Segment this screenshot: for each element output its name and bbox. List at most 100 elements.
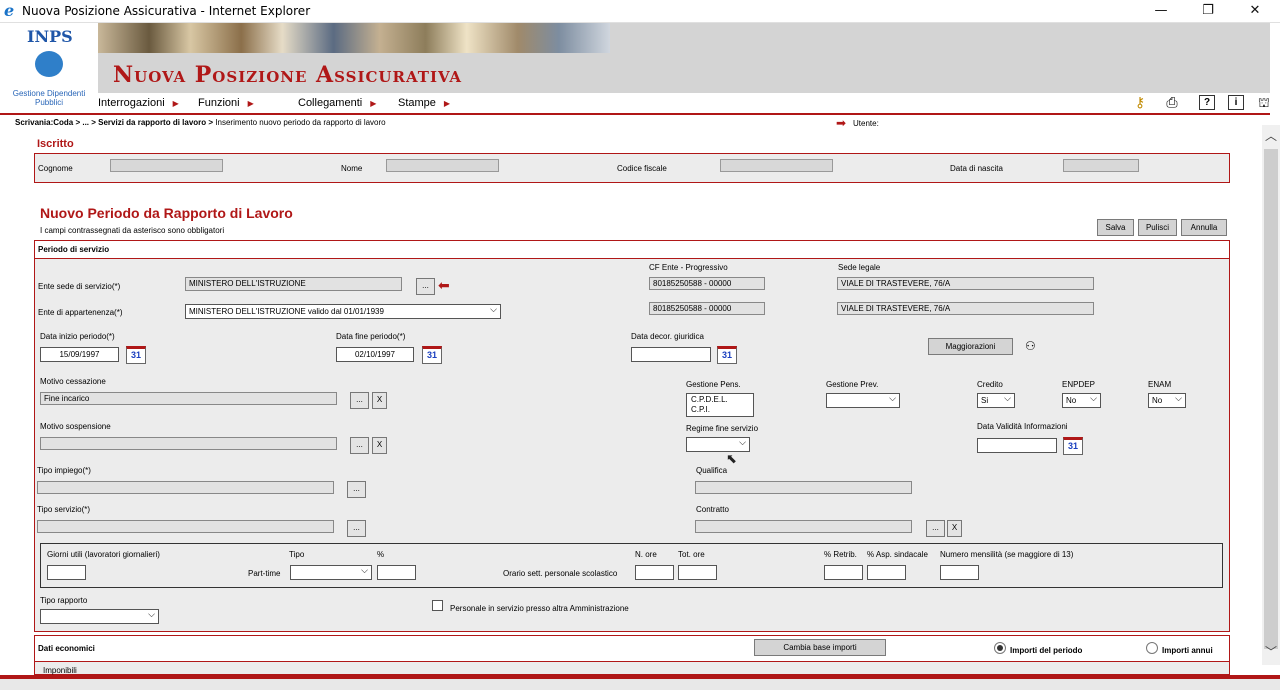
ente-appartenenza-select[interactable]: MINISTERO DELL'ISTRUZIONE valido dal 01/…	[185, 304, 501, 319]
scroll-up-icon[interactable]: ︿	[1265, 127, 1277, 144]
tipo-servizio-field	[37, 520, 334, 533]
ente-sede-lookup-button[interactable]: ...	[416, 278, 435, 295]
header-divider	[0, 113, 1270, 115]
calendar-icon[interactable]: 31	[1063, 437, 1083, 455]
enpdep-value: No	[1066, 396, 1077, 405]
menu-interrogazioni[interactable]: Interrogazioni ▶	[98, 97, 179, 109]
pulisci-button[interactable]: Pulisci	[1138, 219, 1177, 236]
data-validita-input[interactable]	[977, 438, 1057, 453]
enpdep-label: ENPDEP	[1062, 380, 1095, 389]
form-subtitle: I campi contrassegnati da asterisco sono…	[40, 226, 225, 235]
part-time-perc-input[interactable]	[377, 565, 416, 580]
qualifica-field	[695, 481, 912, 494]
data-fine-label: Data fine periodo(*)	[336, 332, 406, 341]
page-footer-bar	[0, 675, 1280, 690]
salva-button[interactable]: Salva	[1097, 219, 1134, 236]
motivo-cessazione-lookup-button[interactable]: ...	[350, 392, 369, 409]
chevron-down-icon: ⌵	[1175, 393, 1182, 403]
data-nascita-value	[1063, 159, 1139, 172]
n-ore-input[interactable]	[635, 565, 674, 580]
tipo-servizio-lookup-button[interactable]: ...	[347, 520, 366, 537]
tot-ore-label: Tot. ore	[678, 550, 705, 559]
cf-ente-label: CF Ente - Progressivo	[649, 263, 728, 272]
perc-asp-sindacale-label: % Asp. sindacale	[867, 550, 928, 559]
tipo-rapporto-select[interactable]: ⌵	[40, 609, 159, 624]
menu-stampe[interactable]: Stampe ▶	[398, 97, 450, 109]
tipo-rapporto-label: Tipo rapporto	[40, 596, 88, 605]
calendar-icon[interactable]: 31	[717, 346, 737, 364]
maggiorazioni-button[interactable]: Maggiorazioni	[928, 338, 1013, 355]
calendar-icon[interactable]: 31	[422, 346, 442, 364]
motivo-sospensione-lookup-button[interactable]: ...	[350, 437, 369, 454]
money-bag-icon[interactable]: ⚇	[1025, 339, 1036, 353]
data-decor-input[interactable]	[631, 347, 711, 362]
vertical-scrollbar[interactable]: ︿ ﹀	[1262, 125, 1280, 665]
contratto-lookup-button[interactable]: ...	[926, 520, 945, 537]
regime-fine-servizio-label: Regime fine servizio	[686, 424, 759, 433]
tipo-impiego-lookup-button[interactable]: ...	[347, 481, 366, 498]
menu-bar	[98, 93, 1270, 113]
window-title-bar: e Nuova Posizione Assicurativa - Interne…	[0, 0, 1280, 23]
contratto-field	[695, 520, 912, 533]
nome-value	[386, 159, 499, 172]
perc-retrib-label: % Retrib.	[824, 550, 857, 559]
scroll-down-icon[interactable]: ﹀	[1265, 643, 1277, 660]
chevron-down-icon: ⌵	[1090, 393, 1097, 403]
data-inizio-input[interactable]: 15/09/1997	[40, 347, 119, 362]
gestione-prev-label: Gestione Prev.	[826, 380, 879, 389]
app-title: Nuova Posizione Assicurativa	[113, 62, 463, 88]
regime-fine-servizio-select[interactable]: ⌵	[686, 437, 750, 452]
menu-label: Funzioni	[198, 97, 240, 109]
ente-sede-field[interactable]: MINISTERO DELL'ISTRUZIONE	[185, 277, 402, 291]
info-icon[interactable]: i	[1228, 95, 1244, 110]
gestione-pens-option[interactable]: C.P.I.	[691, 405, 749, 415]
tot-ore-input[interactable]	[678, 565, 717, 580]
chevron-down-icon: ⌵	[889, 393, 896, 403]
credito-select[interactable]: Si ⌵	[977, 393, 1015, 408]
perc-retrib-input[interactable]	[824, 565, 863, 580]
motivo-cessazione-clear-button[interactable]: X	[372, 392, 387, 409]
gestione-prev-select[interactable]: ⌵	[826, 393, 900, 408]
part-time-select[interactable]: ⌵	[290, 565, 372, 580]
personale-altra-amministrazione-checkbox[interactable]	[432, 600, 443, 611]
scrollbar-thumb[interactable]	[1264, 149, 1278, 649]
logo-caption: Gestione Dipendenti Pubblici	[12, 89, 86, 107]
data-decor-label: Data decor. giuridica	[631, 332, 704, 341]
cambia-base-importi-button[interactable]: Cambia base importi	[754, 639, 886, 656]
arrow-left-icon: ⬅	[438, 277, 450, 293]
credito-label: Credito	[977, 380, 1003, 389]
printer-icon[interactable]: ⎙	[1164, 95, 1180, 110]
cognome-value	[110, 159, 223, 172]
menu-label: Interrogazioni	[98, 97, 165, 109]
motivo-cessazione-label: Motivo cessazione	[40, 377, 106, 386]
codice-fiscale-label: Codice fiscale	[617, 164, 667, 173]
importi-annui-radio[interactable]	[1146, 642, 1158, 654]
data-fine-input[interactable]: 02/10/1997	[336, 347, 414, 362]
motivo-sospensione-clear-button[interactable]: X	[372, 437, 387, 454]
ente-appartenenza-label: Ente di appartenenza(*)	[38, 308, 123, 317]
key-icon[interactable]: ⚷	[1132, 95, 1148, 110]
enpdep-select[interactable]: No ⌵	[1062, 393, 1101, 408]
giorni-utili-input[interactable]	[47, 565, 86, 580]
enam-select[interactable]: No ⌵	[1148, 393, 1186, 408]
gestione-pens-listbox[interactable]: C.P.D.E.L. C.P.I.	[686, 393, 754, 417]
perc-asp-sindacale-input[interactable]	[867, 565, 906, 580]
importi-periodo-radio[interactable]	[994, 642, 1006, 654]
help-icon[interactable]: ?	[1199, 95, 1215, 110]
imponibili-label: Imponibili	[43, 666, 77, 675]
numero-mensilita-input[interactable]	[940, 565, 979, 580]
gestione-pens-option[interactable]: C.P.D.E.L.	[691, 395, 749, 405]
motivo-sospensione-label: Motivo sospensione	[40, 422, 111, 431]
annulla-button[interactable]: Annulla	[1181, 219, 1227, 236]
restore-button[interactable]: ❐	[1193, 2, 1223, 20]
data-validita-label: Data Validità Informazioni	[977, 422, 1068, 431]
breadcrumb-path[interactable]: Scrivania:Coda > ... > Servizi da rappor…	[15, 118, 213, 127]
orario-scolastico-label: Orario sett. personale scolastico	[503, 569, 618, 578]
contratto-clear-button[interactable]: X	[947, 520, 962, 537]
close-button[interactable]: ✕	[1240, 2, 1270, 20]
minimize-button[interactable]: —	[1146, 2, 1176, 20]
menu-collegamenti[interactable]: Collegamenti ▶	[298, 97, 376, 109]
calendar-icon[interactable]: 31	[126, 346, 146, 364]
network-icon[interactable]: ⛫	[1256, 95, 1272, 110]
menu-funzioni[interactable]: Funzioni ▶	[198, 97, 254, 109]
